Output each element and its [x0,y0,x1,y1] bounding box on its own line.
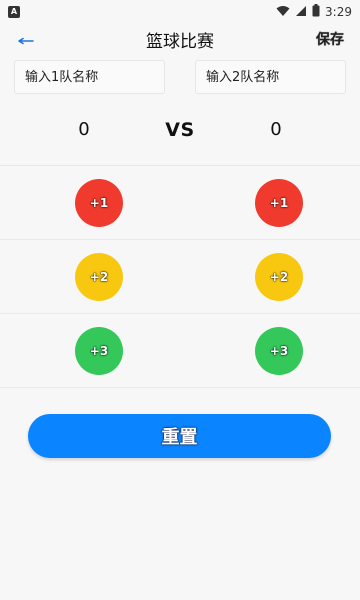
vs-label: VS [165,118,195,141]
team1-plus1-button[interactable]: +1 [75,178,123,227]
team2-plus2-button[interactable]: +2 [255,252,303,301]
save-button[interactable]: 保存 [312,27,348,51]
status-time: 3:29 [325,5,352,19]
team2-plus1-button[interactable]: +1 [255,178,303,227]
scoreboard: 0 VS 0 [0,94,360,166]
app-bar: 篮球比赛 保存 [0,24,360,54]
reset-button[interactable]: 重置 [28,414,331,458]
plus2-row: +2 +2 [0,240,360,314]
status-right: 3:29 [276,4,352,20]
team1-name-input[interactable] [14,60,165,94]
status-bar: A 3:29 [0,0,360,24]
back-button[interactable] [12,27,40,51]
team-names-row [0,60,360,94]
signal-icon [295,5,307,20]
status-left: A [8,6,20,18]
team2-name-input[interactable] [195,60,346,94]
plus3-row: +3 +3 [0,314,360,388]
plus1-row: +1 +1 [0,166,360,240]
back-arrow-icon [18,30,34,49]
battery-icon [312,4,320,20]
team1-plus2-button[interactable]: +2 [75,252,123,301]
team2-plus3-button[interactable]: +3 [255,326,303,375]
team1-plus3-button[interactable]: +3 [75,326,123,375]
team2-score: 0 [270,119,282,140]
app-notification-icon: A [8,6,20,18]
page-title: 篮球比赛 [146,31,214,52]
reset-container: 重置 [0,414,360,458]
team1-score: 0 [78,119,90,140]
wifi-icon [276,5,290,20]
